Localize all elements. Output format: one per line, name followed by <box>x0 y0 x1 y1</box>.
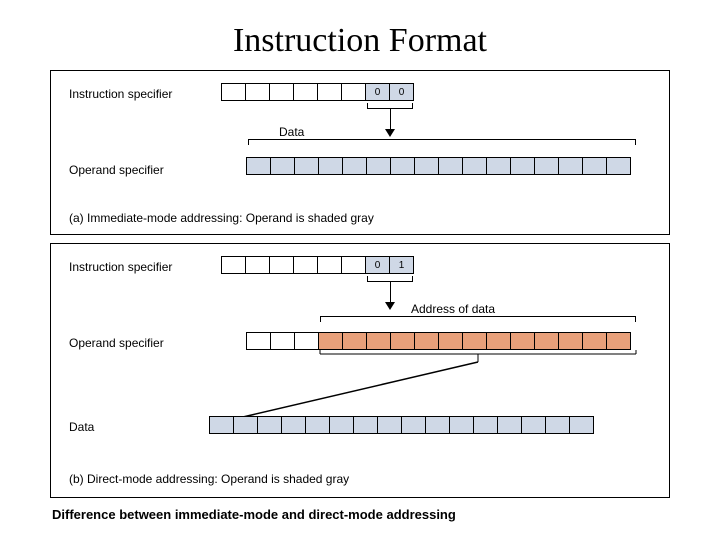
bit-cell <box>546 416 570 434</box>
bit-cell <box>222 256 246 274</box>
bit-cell <box>342 256 366 274</box>
operand-specifier-row-a <box>246 157 631 175</box>
bit-cell <box>583 157 607 175</box>
bit-cell <box>402 416 426 434</box>
bit-cell <box>247 332 271 350</box>
bit-cell <box>463 332 487 350</box>
bit-cell <box>522 416 546 434</box>
bit-cell <box>439 157 463 175</box>
label-data-a: Data <box>279 125 304 139</box>
arrow-line-mode-b <box>390 282 391 304</box>
bit-cell <box>343 332 367 350</box>
bit-cell <box>246 83 270 101</box>
bit-cell <box>607 332 631 350</box>
bit-cell: 1 <box>390 256 414 274</box>
label-instruction-specifier-b: Instruction specifier <box>69 260 172 274</box>
bit-cell <box>271 332 295 350</box>
bit-cell <box>343 157 367 175</box>
bit-cell <box>294 83 318 101</box>
bit-cell: 0 <box>366 83 390 101</box>
bit-cell <box>354 416 378 434</box>
arrow-line-mode-a <box>390 109 391 131</box>
bit-cell <box>463 157 487 175</box>
arrow-head-mode-a <box>385 129 395 137</box>
bit-cell <box>487 332 511 350</box>
bit-cell <box>258 416 282 434</box>
bit-cell <box>246 256 270 274</box>
bit-cell <box>318 83 342 101</box>
bit-cell <box>391 332 415 350</box>
bit-cell <box>415 157 439 175</box>
bit-cell <box>234 416 258 434</box>
bit-cell <box>270 83 294 101</box>
bit-cell <box>439 332 463 350</box>
instruction-specifier-row-a: 00 <box>221 83 414 101</box>
bit-cell <box>378 416 402 434</box>
bit-cell <box>295 332 319 350</box>
bit-cell <box>391 157 415 175</box>
bit-cell <box>570 416 594 434</box>
bit-cell <box>271 157 295 175</box>
bottom-caption: Difference between immediate-mode and di… <box>52 507 456 522</box>
bit-cell <box>319 157 343 175</box>
arrow-address-to-data <box>51 244 671 499</box>
instruction-specifier-row-b: 01 <box>221 256 414 274</box>
bit-cell <box>367 332 391 350</box>
bit-cell <box>487 157 511 175</box>
bit-cell <box>511 332 535 350</box>
bit-cell <box>318 256 342 274</box>
page-title: Instruction Format <box>0 0 720 70</box>
bit-cell <box>426 416 450 434</box>
bit-cell <box>282 416 306 434</box>
bit-cell <box>294 256 318 274</box>
panel-immediate-mode: Instruction specifier 00 Data Operand sp… <box>50 70 670 235</box>
bracket-address-b <box>320 316 636 322</box>
bit-cell <box>474 416 498 434</box>
bit-cell <box>367 157 391 175</box>
label-operand-specifier-a: Operand specifier <box>69 163 164 177</box>
bit-cell <box>607 157 631 175</box>
bit-cell <box>247 157 271 175</box>
bit-cell <box>583 332 607 350</box>
label-instruction-specifier-a: Instruction specifier <box>69 87 172 101</box>
bit-cell <box>415 332 439 350</box>
operand-specifier-row-b <box>246 332 631 350</box>
bit-cell <box>210 416 234 434</box>
label-address-of-data: Address of data <box>411 302 495 316</box>
bit-cell <box>342 83 366 101</box>
arrow-head-mode-b <box>385 302 395 310</box>
bit-cell <box>498 416 522 434</box>
bit-cell <box>535 332 559 350</box>
bit-cell: 0 <box>366 256 390 274</box>
bit-cell <box>306 416 330 434</box>
bit-cell <box>270 256 294 274</box>
label-data-b: Data <box>69 420 94 434</box>
bit-cell <box>559 332 583 350</box>
bracket-operand-a <box>248 139 636 145</box>
bit-cell <box>222 83 246 101</box>
caption-a: (a) Immediate-mode addressing: Operand i… <box>69 211 374 225</box>
label-operand-specifier-b: Operand specifier <box>69 336 164 350</box>
bit-cell <box>295 157 319 175</box>
caption-b: (b) Direct-mode addressing: Operand is s… <box>69 472 349 486</box>
bit-cell <box>511 157 535 175</box>
bit-cell <box>330 416 354 434</box>
bit-cell <box>535 157 559 175</box>
bit-cell: 0 <box>390 83 414 101</box>
panel-direct-mode: Instruction specifier 01 Address of data… <box>50 243 670 498</box>
bit-cell <box>559 157 583 175</box>
data-row-b <box>209 416 594 434</box>
bit-cell <box>450 416 474 434</box>
bit-cell <box>319 332 343 350</box>
